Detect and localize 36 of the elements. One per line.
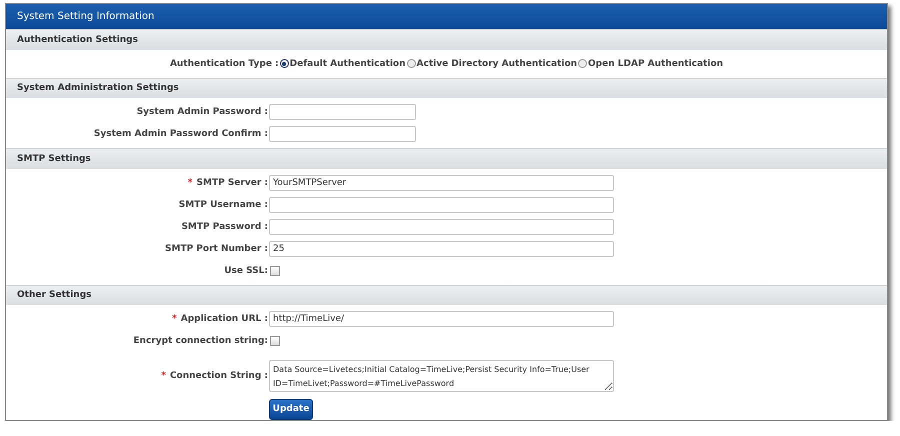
section-header: Other Settings xyxy=(6,284,887,305)
checkbox[interactable] xyxy=(270,266,280,276)
radio-label[interactable]: Active Directory Authentication xyxy=(416,58,578,69)
field-label: System Admin Password Confirm : xyxy=(92,129,269,140)
field-label: Authentication Type : xyxy=(170,58,279,69)
input-field[interactable] xyxy=(269,196,614,212)
input-field[interactable]: YourSMTPServer xyxy=(269,174,614,190)
input-field[interactable]: http://TimeLive/ xyxy=(269,310,614,327)
section-header: SMTP Settings xyxy=(6,148,887,168)
radio-button[interactable] xyxy=(280,59,289,68)
input-field[interactable] xyxy=(269,218,614,234)
input-field[interactable] xyxy=(269,126,416,142)
input-field[interactable]: 25 xyxy=(269,240,614,256)
field-label: Connection String : xyxy=(170,370,268,381)
radio-button[interactable] xyxy=(578,59,588,68)
required-mark: * xyxy=(161,370,166,381)
update-button[interactable]: Update xyxy=(269,398,313,420)
radio-label[interactable]: Open LDAP Authentication xyxy=(588,58,724,69)
field-label: SMTP Username : xyxy=(178,200,269,210)
panel-title: System Setting Information xyxy=(6,4,887,30)
required-mark: * xyxy=(172,314,177,324)
field-label: SMTP Password : xyxy=(180,222,269,232)
field-label: Use SSL: xyxy=(223,266,269,276)
field-label: Application URL : xyxy=(180,314,268,324)
text-area[interactable]: Data Source=Livetecs;Initial Catalog=TimeLive;Persist Security Info=True;User ID=TimeLivet;Password=#TimeLivePassword xyxy=(269,360,614,392)
field-label: Encrypt connection string: xyxy=(132,336,269,346)
input-field[interactable] xyxy=(269,104,416,120)
section-header: System Administration Settings xyxy=(6,78,887,98)
section-header: Authentication Settings xyxy=(6,29,887,50)
field-label: System Admin Password : xyxy=(136,107,269,118)
radio-button[interactable] xyxy=(406,59,416,68)
field-label: SMTP Server : xyxy=(196,178,268,188)
field-label: SMTP Port Number : xyxy=(164,244,269,254)
radio-label[interactable]: Default Authentication xyxy=(290,58,406,69)
checkbox[interactable] xyxy=(270,336,280,346)
required-mark: * xyxy=(188,178,193,188)
